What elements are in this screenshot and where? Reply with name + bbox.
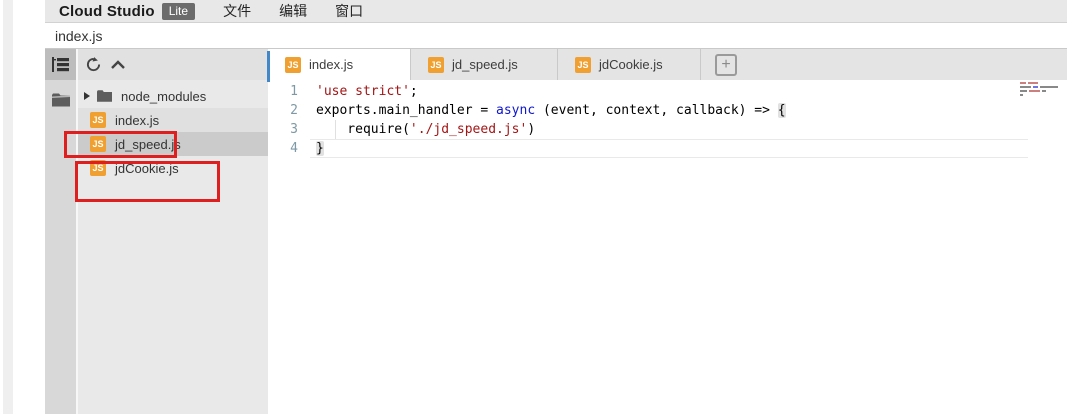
tree-item-jdcookie-js[interactable]: JS jdCookie.js [78, 156, 268, 180]
minimap-line [1020, 90, 1058, 92]
code-line[interactable]: 3 require('./jd_speed.js') [268, 120, 1067, 139]
minimap[interactable] [1020, 82, 1058, 98]
tree-item-label: jdCookie.js [115, 161, 179, 176]
activity-bar [45, 49, 78, 414]
lite-badge: Lite [162, 3, 195, 20]
ide-window: Cloud Studio Lite 文件 编辑 窗口 index.js [45, 0, 1067, 414]
line-number: 1 [268, 82, 298, 101]
tab-index-js[interactable]: JS index.js [268, 49, 411, 80]
folder-icon [97, 90, 112, 102]
tree-item-label: index.js [115, 113, 159, 128]
chevron-right-icon [84, 92, 90, 100]
js-file-icon: JS [575, 57, 591, 73]
line-number: 3 [268, 120, 298, 139]
minimap-line [1020, 82, 1058, 84]
code-editor[interactable]: 1 'use strict'; 2 exports.main_handler =… [268, 80, 1067, 414]
js-file-icon: JS [90, 136, 106, 152]
menu-window[interactable]: 窗口 [321, 1, 377, 21]
tree-view-icon [52, 57, 69, 72]
line-number: 2 [268, 101, 298, 120]
minimap-line [1020, 86, 1058, 88]
line-number: 4 [268, 139, 298, 158]
tab-jd-speed-js[interactable]: JS jd_speed.js [411, 49, 558, 80]
menu-edit[interactable]: 编辑 [265, 1, 321, 21]
menu-file[interactable]: 文件 [209, 1, 265, 21]
refresh-icon[interactable] [86, 57, 101, 72]
code-line[interactable]: 2 exports.main_handler = async (event, c… [268, 101, 1067, 120]
js-file-icon: JS [428, 57, 444, 73]
tab-label: jd_speed.js [452, 57, 518, 72]
app-logo: Cloud Studio [59, 3, 155, 20]
tab-bar: JS index.js JS jd_speed.js JS jdCookie.j… [268, 49, 1067, 80]
active-group-accent [267, 51, 270, 82]
code-line[interactable]: 4 } [268, 139, 1067, 158]
collapse-all-icon[interactable] [111, 60, 125, 69]
window-title: index.js [55, 28, 102, 44]
explorer-view-button[interactable] [45, 49, 76, 80]
page-scroll-strip [3, 0, 13, 414]
js-file-icon: JS [90, 112, 106, 128]
tree-item-label: jd_speed.js [115, 137, 181, 152]
file-explorer: node_modules JS index.js JS jd_speed.js … [78, 49, 268, 414]
file-tree: node_modules JS index.js JS jd_speed.js … [78, 84, 268, 180]
tab-jdcookie-js[interactable]: JS jdCookie.js [558, 49, 701, 80]
tree-item-index-js[interactable]: JS index.js [78, 108, 268, 132]
tab-label: jdCookie.js [599, 57, 663, 72]
menu-items: 文件 编辑 窗口 [209, 1, 377, 21]
new-tab-button[interactable]: + [715, 54, 737, 76]
folder-icon [52, 93, 70, 107]
minimap-line [1020, 94, 1058, 96]
code-line[interactable]: 1 'use strict'; [268, 82, 1067, 101]
tab-label: index.js [309, 57, 353, 72]
editor-zone: JS index.js JS jd_speed.js JS jdCookie.j… [268, 49, 1067, 414]
tree-item-node-modules[interactable]: node_modules [78, 84, 268, 108]
tree-item-label: node_modules [121, 89, 206, 104]
window-title-bar: index.js [45, 23, 1067, 49]
folder-view-button[interactable] [45, 85, 76, 115]
menubar: Cloud Studio Lite 文件 编辑 窗口 [45, 0, 1067, 23]
tree-item-jd-speed-js[interactable]: JS jd_speed.js [78, 132, 268, 156]
js-file-icon: JS [285, 57, 301, 73]
js-file-icon: JS [90, 160, 106, 176]
explorer-toolbar [78, 49, 268, 80]
